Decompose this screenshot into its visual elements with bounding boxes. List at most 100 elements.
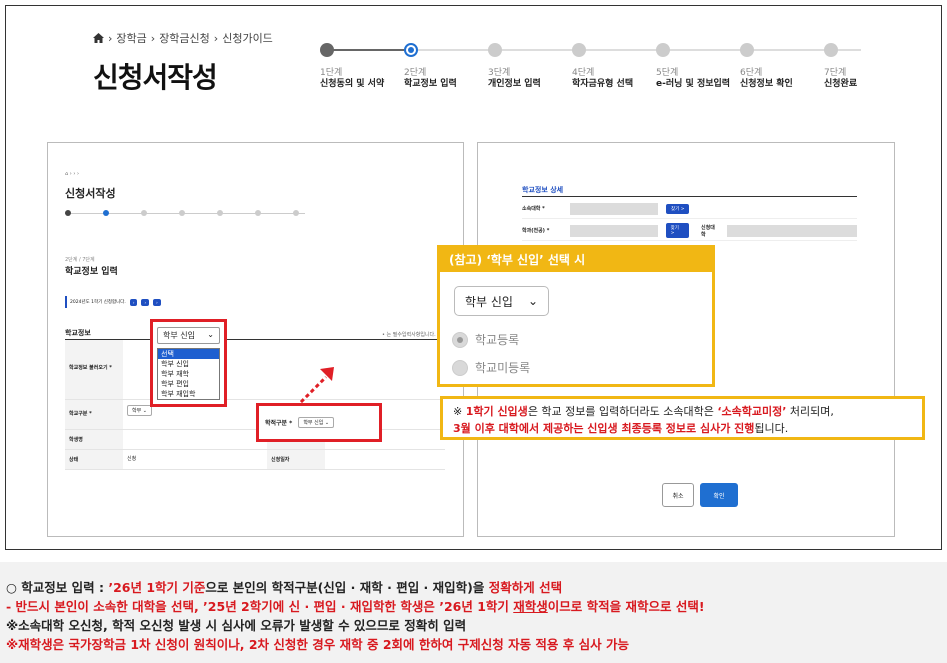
radio-unregistered[interactable]: 학교미등록 — [452, 359, 530, 376]
breadcrumb-item[interactable]: 신청가이드 — [222, 30, 273, 46]
row-label: 신청일자 — [267, 450, 325, 469]
breadcrumb-sep: › — [108, 31, 113, 45]
instruction-line: ※재학생은 국가장학금 1차 신청이 원칙이나, 2차 신청한 경우 재학 중 … — [6, 637, 629, 652]
breadcrumb: › 장학금 › 장학금신청 › 신청가이드 — [93, 30, 273, 46]
university-field[interactable] — [570, 202, 658, 215]
step-label: 개인정보 입력 — [488, 79, 541, 89]
row-label: 학과(전공) * — [522, 228, 550, 234]
step-label: 학자금유형 선택 — [572, 79, 634, 89]
breadcrumb-sep: › — [213, 31, 219, 45]
mini-step-dot — [103, 210, 109, 216]
step-dot — [656, 43, 670, 57]
dropdown-option[interactable]: 선택 — [158, 349, 219, 359]
row-value: 신청 — [127, 456, 137, 462]
row-label: 소속대학 * — [522, 206, 545, 212]
instruction-line: ※소속대학 오신청, 학적 오신청 발생 시 심사에 오류가 발생할 수 있으므… — [6, 618, 467, 633]
breadcrumb-sep: › — [150, 31, 156, 45]
mini-page-title: 신청서작성 — [65, 187, 116, 200]
academic-status-highlight: 학적구분 * 학부 신입 ⌄ — [256, 403, 382, 442]
step-dot — [320, 43, 334, 57]
section-title: 학교정보 — [65, 329, 91, 337]
required-note: • 는 필수입력사항입니다. — [382, 332, 436, 338]
dropdown-select[interactable]: 학부 신입 ⌄ — [157, 327, 220, 344]
instruction-line: - 반드시 본인이 소속한 대학을 선택, ’25년 2학기에 신 · 편입 ·… — [6, 599, 705, 614]
dropdown-options: 선택 학부 신입 학부 재학 학부 편입 학부 재입학 — [157, 348, 220, 400]
step-connector — [327, 49, 411, 51]
note-line-2: 3월 이후 대학에서 제공하는 신입생 최종등록 정보로 심사가 진행됩니다. — [453, 422, 789, 435]
mini-step-dot — [217, 210, 223, 216]
notice-text: 2024년도 1학기 신청합니다. — [70, 300, 126, 305]
detail-row: 학과(전공) * 찾기 > 신청대학 — [522, 221, 857, 241]
instruction-line: ○ 학교정보 입력 : ’26년 1학기 기준으로 본인의 학적구분(신입 · … — [6, 580, 563, 595]
step-dot — [404, 43, 418, 57]
row-label: 학생명 — [65, 430, 123, 449]
step-dot — [824, 43, 838, 57]
table-row: 상태 신청 신청일자 — [65, 450, 445, 470]
page-title: 신청서작성 — [93, 61, 218, 94]
callout-title: (참고) ‘학부 신입’ 선택 시 — [437, 245, 715, 272]
step-dot — [740, 43, 754, 57]
search-button[interactable]: 찾기 > — [665, 223, 690, 238]
academic-status-select[interactable]: 학부 신입 ⌄ — [298, 417, 335, 428]
mini-breadcrumb: ⌂ › › › — [65, 171, 79, 177]
instructions-panel: ○ 학교정보 입력 : ’26년 1학기 기준으로 본인의 학적구분(신입 · … — [0, 562, 947, 663]
school-type-select[interactable]: 학부 ⌄ — [127, 405, 152, 416]
step-label: 신청동의 및 서약 — [320, 79, 385, 89]
left-screenshot-panel: ⌂ › › › 신청서작성 2단계 / 7단계 학교정보 입력 2024년도 1… — [47, 142, 464, 537]
school-info-table: 학교정보 불러오기 * ※ 학교구분 * 학부 ⌄ 학생명 주민등록번호 상태 … — [65, 339, 445, 470]
mini-step-dot — [179, 210, 185, 216]
note-line-1: ※ 1학기 신입생은 학교 정보를 입력하더라도 소속대학은 ‘소속학교미정’ … — [453, 405, 834, 418]
notice-pill[interactable]: › — [129, 298, 138, 306]
mini-subtitle: 2단계 / 7단계 — [65, 257, 95, 263]
row-label: 신청대학 — [701, 224, 715, 238]
dropdown-option[interactable]: 학부 재입학 — [158, 389, 219, 399]
step-dot — [572, 43, 586, 57]
radio-icon — [452, 359, 468, 376]
row-label: 상태 — [65, 450, 123, 469]
step-label: 신청완료 — [824, 79, 858, 89]
step-dot — [488, 43, 502, 57]
confirm-button[interactable]: 확인 — [700, 483, 738, 507]
radio-registered[interactable]: 학교등록 — [452, 331, 519, 348]
radio-icon — [452, 331, 468, 348]
row-value — [123, 430, 267, 449]
search-button[interactable]: 찾기 > — [666, 203, 690, 214]
dropdown-option[interactable]: 학부 신입 — [158, 359, 219, 369]
table-row: 학생명 주민등록번호 — [65, 430, 445, 450]
dropdown-option[interactable]: 학부 재학 — [158, 369, 219, 379]
academic-status-dropdown[interactable]: 학부 신입 ⌄ 선택 학부 신입 학부 재학 학부 편입 학부 재입학 — [150, 319, 227, 407]
row-label: 학교정보 불러오기 * — [65, 340, 123, 399]
mini-step-dot — [293, 210, 299, 216]
mini-heading: 학교정보 입력 — [65, 267, 118, 277]
notice-bar: 2024년도 1학기 신청합니다. › › › — [65, 296, 445, 308]
breadcrumb-item[interactable]: 장학금신청 — [159, 30, 210, 46]
chevron-down-icon: ⌄ — [207, 330, 214, 339]
row-label: 학교구분 * — [65, 400, 123, 429]
mini-step-dot — [65, 210, 71, 216]
table-row: 학교정보 불러오기 * ※ — [65, 340, 445, 400]
divider — [522, 196, 857, 197]
step-label: 학교정보 입력 — [404, 79, 457, 89]
mini-step-dot — [255, 210, 261, 216]
major-field[interactable] — [569, 224, 658, 237]
reference-field[interactable] — [727, 224, 857, 237]
detail-row: 소속대학 * 찾기 > — [522, 199, 857, 219]
freshman-note: ※ 1학기 신입생은 학교 정보를 입력하더라도 소속대학은 ‘소속학교미정’ … — [440, 396, 925, 440]
detail-heading: 학교정보 상세 — [522, 186, 564, 194]
step-connector — [411, 49, 861, 51]
progress-steps: 1단계 신청동의 및 서약 2단계 학교정보 입력 3단계 개인정보 입력 4단계 학자… — [320, 38, 865, 98]
mini-progress-line — [65, 213, 305, 214]
table-row: 학교구분 * 학부 ⌄ — [65, 400, 445, 430]
highlight-label: 학적구분 * — [265, 420, 293, 427]
chevron-down-icon: ⌄ — [527, 294, 538, 308]
step-label: e-러닝 및 정보입력 — [656, 79, 731, 89]
dropdown-option[interactable]: 학부 편입 — [158, 379, 219, 389]
notice-pill[interactable]: › — [141, 298, 150, 306]
breadcrumb-item[interactable]: 장학금 — [116, 30, 146, 46]
mini-progress — [65, 209, 305, 231]
notice-pill[interactable]: › — [153, 298, 161, 306]
cancel-button[interactable]: 취소 — [662, 483, 694, 507]
mini-step-dot — [141, 210, 147, 216]
callout-select[interactable]: 학부 신입 ⌄ — [454, 286, 549, 316]
home-icon[interactable] — [93, 33, 104, 43]
